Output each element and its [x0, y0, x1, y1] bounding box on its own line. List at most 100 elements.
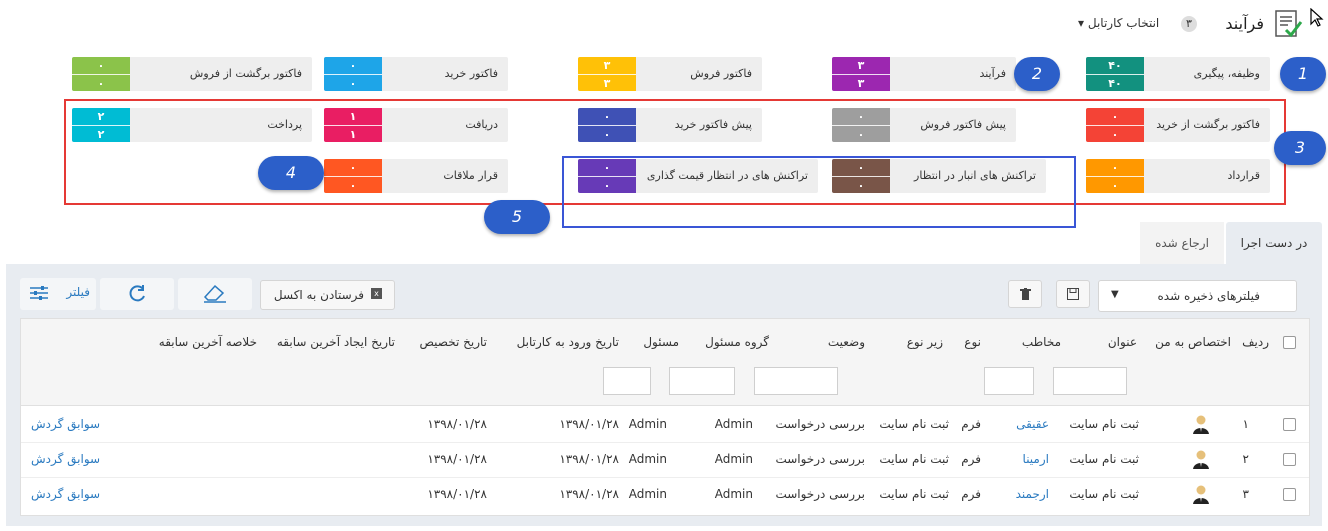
col-title[interactable]: عنوان [1108, 335, 1137, 349]
row-number: ۳ [1242, 487, 1249, 501]
filter-input-owner[interactable] [603, 367, 651, 395]
cell-entry-date: ۱۳۹۸/۰۱/۲۸ [559, 452, 619, 466]
col-row[interactable]: ردیف [1242, 335, 1269, 349]
col-last-summary[interactable]: خلاصه آخرین سابقه [159, 335, 257, 349]
tile-count-bottom: ۰ [349, 77, 357, 90]
tile[interactable]: فاکتور برگشت از فروش ۰ ۰ [72, 57, 312, 91]
col-type[interactable]: نوع [964, 335, 981, 349]
cell-owner: Admin [628, 452, 667, 466]
cartable-select-label: انتخاب کارتابل [1087, 16, 1160, 30]
cell-contact[interactable]: ارجمند [1016, 487, 1049, 501]
cell-owner: Admin [628, 417, 667, 431]
select-all-checkbox[interactable] [1283, 336, 1296, 349]
cell-type: فرم [961, 417, 981, 431]
save-icon [1067, 288, 1079, 300]
row-number: ۱ [1242, 417, 1249, 431]
callout-badge: 1 [1280, 57, 1326, 91]
history-link[interactable]: سوابق گردش [31, 487, 100, 501]
tab-referred-label: ارجاع شده [1155, 236, 1209, 250]
tile[interactable]: فاکتور فروش ۳ ۳ [578, 57, 762, 91]
eraser-icon [203, 284, 226, 303]
cell-owner: Admin [628, 487, 667, 501]
export-excel-button[interactable]: x فرستادن به اکسل [260, 280, 395, 310]
cell-status: بررسی درخواست [775, 452, 865, 466]
tile-label: فرآیند [979, 67, 1006, 80]
tile-count-box: ۳۳ [832, 57, 890, 91]
tile-count-box: ۰۰ [72, 57, 130, 91]
cursor-icon [1310, 7, 1324, 31]
col-contact[interactable]: مخاطب [1022, 335, 1061, 349]
delete-filter-button[interactable] [1008, 280, 1042, 308]
tile-count-top: ۰ [72, 57, 130, 75]
col-status[interactable]: وضعیت [828, 335, 865, 349]
col-entry-date[interactable]: تاریخ ورود به کارتابل [517, 335, 619, 349]
cell-subtype: ثبت نام سایت [879, 452, 949, 466]
page-title: فرآیند [1225, 14, 1264, 33]
tile-label: فاکتور برگشت از فروش [189, 67, 302, 80]
process-count-badge: ۳ [1181, 16, 1197, 32]
tile-label: فاکتور خرید [444, 67, 498, 80]
col-group[interactable]: گروه مسئول [705, 335, 769, 349]
tile-count-box: ۴۰ ۴۰ [1086, 57, 1144, 91]
tab-in-progress[interactable]: در دست اجرا [1226, 222, 1322, 264]
filter-input-contact[interactable] [984, 367, 1034, 395]
row-checkbox[interactable] [1283, 488, 1296, 501]
sliders-icon [30, 286, 48, 300]
cell-subtype: ثبت نام سایت [879, 487, 949, 501]
table-row[interactable]: ۲ ثبت نام سایت ارمینا فرم ثبت نام سایت بررسی … [21, 442, 1309, 477]
clear-filter-button[interactable] [178, 278, 252, 310]
filter-input-title[interactable] [1053, 367, 1127, 395]
table-row[interactable]: ۳ ثبت نام سایت ارجمند فرم ثبت نام سایت بررسی … [21, 477, 1309, 512]
tab-referred[interactable]: ارجاع شده [1140, 222, 1224, 264]
row-checkbox[interactable] [1283, 453, 1296, 466]
cell-group: Admin [714, 452, 753, 466]
tile[interactable]: فرآیند ۳ ۳ [832, 57, 1016, 91]
row-checkbox[interactable] [1283, 418, 1296, 431]
cell-title: ثبت نام سایت [1069, 487, 1139, 501]
workflow-table: ردیف اختصاص به من عنوان مخاطب نوع زیر نو… [20, 318, 1310, 516]
cell-type: فرم [961, 487, 981, 501]
cell-assign-date: ۱۳۹۸/۰۱/۲۸ [427, 452, 487, 466]
user-avatar-icon [1191, 484, 1211, 507]
cell-group: Admin [714, 487, 753, 501]
cell-subtype: ثبت نام سایت [879, 417, 949, 431]
history-link[interactable]: سوابق گردش [31, 452, 100, 466]
filter-button[interactable]: فیلتر [20, 278, 96, 310]
saved-filters-select[interactable]: فیلترهای ذخیره شده ▼ [1098, 280, 1297, 312]
save-filter-button[interactable] [1056, 280, 1090, 308]
tile-count-bottom: ۳ [857, 77, 865, 90]
tile[interactable]: فاکتور خرید ۰ ۰ [324, 57, 508, 91]
filter-input-status[interactable] [754, 367, 838, 395]
process-app-icon [1272, 8, 1304, 43]
col-subtype[interactable]: زیر نوع [907, 335, 943, 349]
filter-input-group[interactable] [669, 367, 735, 395]
refresh-icon [129, 285, 145, 302]
refresh-button[interactable] [100, 278, 174, 310]
cell-assign-date: ۱۳۹۸/۰۱/۲۸ [427, 417, 487, 431]
col-owner[interactable]: مسئول [643, 335, 679, 349]
main-panel: فیلترهای ذخیره شده ▼ x فرستادن به اکسل ف… [6, 264, 1322, 526]
col-assign-date[interactable]: تاریخ تخصیص [419, 335, 487, 349]
col-last-date[interactable]: تاریخ ایجاد آخرین سابقه [277, 335, 395, 349]
cell-title: ثبت نام سایت [1069, 417, 1139, 431]
callout-badge: 3 [1274, 131, 1326, 165]
user-avatar-icon [1191, 449, 1211, 472]
tile[interactable]: وظیفه، پیگیری ۴۰ ۴۰ [1086, 57, 1270, 91]
cartable-select[interactable]: ▾ انتخاب کارتابل [1078, 16, 1159, 30]
tile-count-top: ۴۰ [1086, 57, 1144, 75]
cell-contact[interactable]: عقیقی [1016, 417, 1049, 431]
cell-entry-date: ۱۳۹۸/۰۱/۲۸ [559, 417, 619, 431]
cell-title: ثبت نام سایت [1069, 452, 1139, 466]
history-link[interactable]: سوابق گردش [31, 417, 100, 431]
tile-count-box: ۰۰ [324, 57, 382, 91]
table-row[interactable]: ۱ ثبت نام سایت عقیقی فرم ثبت نام سایت بررسی د… [21, 407, 1309, 442]
tile-label: فاکتور فروش [690, 67, 752, 80]
filter-label: فیلتر [66, 285, 90, 299]
cell-contact[interactable]: ارمینا [1023, 452, 1049, 466]
tile-label: وظیفه، پیگیری [1193, 67, 1260, 80]
highlight-box-blue [562, 156, 1076, 228]
callout-badge: 4 [258, 156, 324, 190]
cell-type: فرم [961, 452, 981, 466]
col-assigned[interactable]: اختصاص به من [1155, 335, 1231, 349]
cell-group: Admin [714, 417, 753, 431]
